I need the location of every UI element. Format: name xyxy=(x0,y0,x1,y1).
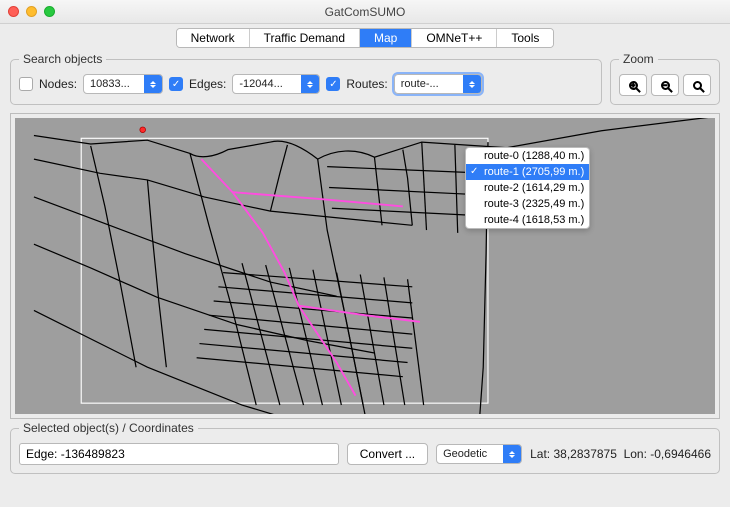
tab-map[interactable]: Map xyxy=(360,29,412,47)
magnifier-icon xyxy=(693,81,702,90)
magnifier-minus-icon xyxy=(661,81,670,90)
route-option-4[interactable]: route-4 (1618,53 m.) xyxy=(466,212,589,228)
route-option-1[interactable]: route-1 (2705,99 m.) xyxy=(466,164,589,180)
zoom-in-button[interactable] xyxy=(619,74,647,96)
zoom-legend: Zoom xyxy=(619,52,658,66)
map-canvas[interactable] xyxy=(15,118,715,414)
routes-label: Routes: xyxy=(346,77,387,91)
search-objects-legend: Search objects xyxy=(19,52,106,66)
map-panel: route-0 (1288,40 m.) route-1 (2705,99 m.… xyxy=(10,113,720,419)
close-window-button[interactable] xyxy=(8,6,19,17)
routes-checkbox[interactable]: ✓ xyxy=(326,77,340,91)
coordinates-readout: Lat: 38,2837875 Lon: -0,6946466 xyxy=(530,447,711,461)
edges-label: Edges: xyxy=(189,77,226,91)
window-titlebar: GatComSUMO xyxy=(0,0,730,24)
nodes-label: Nodes: xyxy=(39,77,77,91)
chevron-updown-icon xyxy=(463,75,481,93)
coord-mode-select[interactable]: Geodetic xyxy=(436,444,522,464)
routes-select[interactable]: route-... xyxy=(394,74,482,94)
edges-select[interactable]: -12044... xyxy=(232,74,320,94)
convert-button[interactable]: Convert ... xyxy=(347,443,428,465)
maximize-window-button[interactable] xyxy=(44,6,55,17)
edges-checkbox[interactable]: ✓ xyxy=(169,77,183,91)
tab-omnet[interactable]: OMNeT++ xyxy=(412,29,497,47)
magnifier-plus-icon xyxy=(629,81,638,90)
tabbar: Network Traffic Demand Map OMNeT++ Tools xyxy=(0,24,730,50)
nodes-select-value: 10833... xyxy=(90,78,130,90)
minimize-window-button[interactable] xyxy=(26,6,37,17)
edges-select-value: -12044... xyxy=(239,78,282,90)
routes-dropdown[interactable]: route-0 (1288,40 m.) route-1 (2705,99 m.… xyxy=(465,147,590,229)
chevron-updown-icon xyxy=(301,75,319,93)
selected-edge-field[interactable]: Edge: -136489823 xyxy=(19,443,339,465)
chevron-updown-icon xyxy=(144,75,162,93)
nodes-select[interactable]: 10833... xyxy=(83,74,163,94)
selected-coordinates-legend: Selected object(s) / Coordinates xyxy=(19,421,198,435)
zoom-fit-button[interactable] xyxy=(683,74,711,96)
selected-edge-value: Edge: -136489823 xyxy=(26,447,125,461)
routes-select-value: route-... xyxy=(401,78,439,90)
coord-mode-value: Geodetic xyxy=(443,448,487,460)
search-objects-group: Search objects Nodes: 10833... ✓ Edges: … xyxy=(10,52,602,105)
route-option-0[interactable]: route-0 (1288,40 m.) xyxy=(466,148,589,164)
node-marker xyxy=(140,127,146,133)
map-svg xyxy=(15,118,715,414)
tab-network[interactable]: Network xyxy=(177,29,250,47)
zoom-out-button[interactable] xyxy=(651,74,679,96)
tab-tools[interactable]: Tools xyxy=(497,29,553,47)
selected-coordinates-group: Selected object(s) / Coordinates Edge: -… xyxy=(10,421,720,474)
route-option-3[interactable]: route-3 (2325,49 m.) xyxy=(466,196,589,212)
chevron-updown-icon xyxy=(503,445,521,463)
zoom-group: Zoom xyxy=(610,52,720,105)
tab-traffic-demand[interactable]: Traffic Demand xyxy=(250,29,360,47)
route-option-2[interactable]: route-2 (1614,29 m.) xyxy=(466,180,589,196)
nodes-checkbox[interactable] xyxy=(19,77,33,91)
window-title: GatComSUMO xyxy=(325,5,406,19)
